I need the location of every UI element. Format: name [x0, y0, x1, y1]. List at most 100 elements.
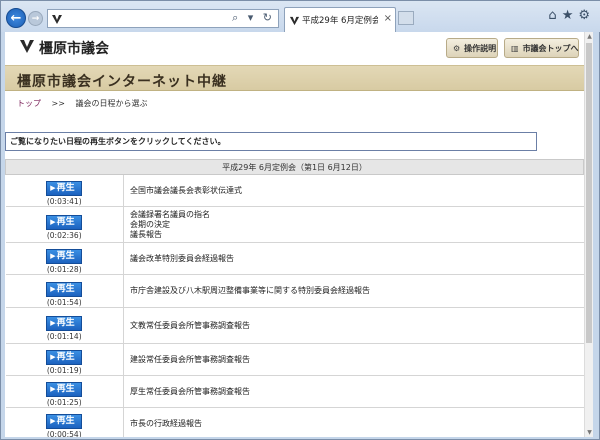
- play-button-label: 再生: [56, 384, 75, 394]
- back-button[interactable]: ←: [6, 8, 26, 28]
- schedule-row: ▶再生 (0:01:54) 市庁舎建設及び八木駅周辺整備事業等に関する特別委員会経過…: [5, 274, 584, 308]
- schedule-table: 平成29年 6月定例会（第1日 6月12日） ▶再生 (0:03:41) 全国市議会…: [5, 159, 584, 437]
- schedule-row: ▶再生 (0:02:36) 会議録署名議員の指名 会期の決定 議長報告: [5, 206, 584, 243]
- breadcrumb: トップ >> 議会の日程から選ぶ: [5, 95, 584, 113]
- play-button-label: 再生: [56, 416, 75, 426]
- site-header: 橿原市議会 ⚙ 操作説明 ▥ 市議会トップへ: [5, 32, 584, 62]
- instruction-box: ご覧になりたい日程の再生ボタンをクリックしてください。: [5, 132, 537, 151]
- city-emblem-icon: [20, 40, 34, 53]
- play-triangle-icon: ▶: [50, 385, 56, 393]
- play-triangle-icon: ▶: [50, 184, 56, 192]
- schedule-row: ▶再生 (0:01:28) 議会改革特別委員会経過報告: [5, 242, 584, 275]
- browser-tab[interactable]: 平成29年 6月定例会（第1... ×: [284, 7, 396, 32]
- agenda-cell: 全国市議会議長会表彰状伝達式: [123, 174, 584, 207]
- agenda-item-text: 市庁舎建設及び八木駅周辺整備事業等に関する特別委員会経過報告: [130, 286, 370, 295]
- council-top-button[interactable]: ▥ 市議会トップへ: [504, 38, 579, 58]
- play-button[interactable]: ▶再生: [46, 316, 83, 331]
- play-button-label: 再生: [56, 217, 75, 227]
- browser-window: ← → ⌕ ▾ ↻ 平成29年 6月定例会（第1... × ⌂★⚙ 橿原市議会 …: [0, 0, 600, 440]
- help-button-label: 操作説明: [464, 43, 497, 53]
- tab-title: 平成29年 6月定例会（第1...: [302, 16, 378, 26]
- play-button-label: 再生: [56, 318, 75, 328]
- scroll-up-arrow-icon[interactable]: ▲: [585, 32, 593, 41]
- play-button[interactable]: ▶再生: [46, 249, 83, 264]
- schedule-row: ▶再生 (0:01:14) 文教常任委員会所管事務調査報告: [5, 307, 584, 344]
- play-triangle-icon: ▶: [50, 218, 56, 226]
- play-triangle-icon: ▶: [50, 284, 56, 293]
- agenda-cell: 市庁舎建設及び八木駅周辺整備事業等に関する特別委員会経過報告: [123, 274, 584, 308]
- address-bar[interactable]: ⌕ ▾ ↻: [47, 9, 279, 28]
- help-button[interactable]: ⚙ 操作説明: [446, 38, 498, 58]
- schedule-row: ▶再生 (0:03:41) 全国市議会議長会表彰状伝達式: [5, 174, 584, 207]
- play-cell: ▶再生 (0:03:41): [5, 174, 124, 207]
- breadcrumb-separator: >>: [51, 99, 65, 108]
- duration-text: (0:02:36): [46, 231, 82, 240]
- play-button[interactable]: ▶再生: [46, 350, 83, 365]
- forward-arrow-icon: →: [31, 13, 40, 24]
- play-button[interactable]: ▶再生: [46, 181, 83, 196]
- favorites-star-icon[interactable]: ★: [562, 8, 579, 23]
- settings-gear-icon[interactable]: ⚙: [578, 8, 595, 23]
- breadcrumb-home-link[interactable]: トップ: [17, 99, 41, 108]
- duration-text: (0:00:54): [46, 430, 82, 437]
- new-tab-button[interactable]: [398, 11, 414, 25]
- agenda-cell: 会議録署名議員の指名 会期の決定 議長報告: [123, 206, 584, 243]
- scroll-thumb[interactable]: [586, 43, 592, 343]
- home-icon[interactable]: ⌂: [548, 8, 561, 23]
- breadcrumb-current: 議会の日程から選ぶ: [75, 99, 148, 108]
- agenda-item-text: 文教常任委員会所管事務調査報告: [130, 320, 250, 330]
- title-band: 橿原市議会インターネット中継: [5, 65, 584, 91]
- scroll-down-arrow-icon[interactable]: ▼: [585, 428, 593, 437]
- agenda-cell: 建設常任委員会所管事務調査報告: [123, 343, 584, 376]
- play-triangle-icon: ▶: [50, 353, 56, 361]
- play-cell: ▶再生 (0:01:14): [5, 307, 124, 344]
- tab-close-icon[interactable]: ×: [384, 13, 392, 24]
- address-actions[interactable]: ⌕ ▾ ↻: [232, 11, 275, 25]
- duration-text: (0:01:54): [46, 297, 82, 307]
- duration-text: (0:01:14): [46, 332, 82, 341]
- play-cell: ▶再生 (0:01:19): [5, 343, 124, 376]
- schedule-row: ▶再生 (0:01:19) 建設常任委員会所管事務調査報告: [5, 343, 584, 376]
- agenda-item-text: 議長報告: [130, 229, 162, 239]
- agenda-item-text: 会期の決定: [130, 219, 170, 229]
- duration-text: (0:03:41): [46, 197, 82, 206]
- agenda-cell: 議会改革特別委員会経過報告: [123, 242, 584, 275]
- play-button[interactable]: ▶再生: [46, 215, 83, 230]
- play-triangle-icon: ▶: [50, 319, 56, 327]
- agenda-item-text: 議会改革特別委員会経過報告: [130, 253, 234, 263]
- play-button[interactable]: ▶再生: [46, 382, 83, 397]
- play-cell: ▶再生 (0:01:25): [5, 375, 124, 408]
- schedule-body: ▶再生 (0:03:41) 全国市議会議長会表彰状伝達式 ▶再生 (0:02:36) 会議…: [5, 174, 584, 437]
- schedule-row: ▶再生 (0:01:25) 厚生常任委員会所管事務調査報告: [5, 375, 584, 408]
- site-name[interactable]: 橿原市議会: [39, 38, 109, 58]
- page-content: 橿原市議会 ⚙ 操作説明 ▥ 市議会トップへ 橿原市議会インターネット中継 トップ …: [5, 32, 584, 437]
- agenda-item-text: 建設常任委員会所管事務調査報告: [130, 354, 250, 364]
- browser-toolbar-icons: ⌂★⚙: [548, 8, 595, 23]
- agenda-item-text: 会議録署名議員の指名: [130, 209, 210, 219]
- play-cell: ▶再生 (0:01:28): [5, 242, 124, 275]
- play-button[interactable]: ▶再生: [46, 414, 83, 429]
- agenda-cell: 厚生常任委員会所管事務調査報告: [123, 375, 584, 408]
- vertical-scrollbar[interactable]: ▲ ▼: [584, 32, 593, 437]
- play-button[interactable]: ▶再生: [46, 281, 83, 297]
- browser-titlebar: ← → ⌕ ▾ ↻ 平成29年 6月定例会（第1... × ⌂★⚙: [1, 1, 600, 32]
- site-favicon-icon: [52, 15, 62, 24]
- gear-icon: ⚙: [453, 43, 461, 53]
- forward-button[interactable]: →: [28, 11, 43, 26]
- play-cell: ▶再生 (0:01:54): [5, 274, 124, 308]
- agenda-item-text: 厚生常任委員会所管事務調査報告: [130, 386, 250, 396]
- tab-favicon-icon: [289, 16, 300, 26]
- play-triangle-icon: ▶: [50, 417, 56, 425]
- duration-text: (0:01:28): [46, 265, 82, 274]
- play-triangle-icon: ▶: [50, 252, 56, 260]
- agenda-cell: 市長の行政経過報告: [123, 407, 584, 437]
- session-header: 平成29年 6月定例会（第1日 6月12日）: [5, 159, 584, 175]
- agenda-item-text: 市長の行政経過報告: [130, 418, 202, 428]
- play-button-label: 再生: [56, 183, 75, 193]
- play-cell: ▶再生 (0:02:36): [5, 206, 124, 243]
- page-title: 橿原市議会インターネット中継: [17, 74, 227, 90]
- duration-text: (0:01:25): [46, 398, 82, 407]
- agenda-item-text: 全国市議会議長会表彰状伝達式: [130, 185, 242, 195]
- council-top-label: 市議会トップへ: [522, 43, 579, 53]
- play-button-label: 再生: [56, 283, 75, 294]
